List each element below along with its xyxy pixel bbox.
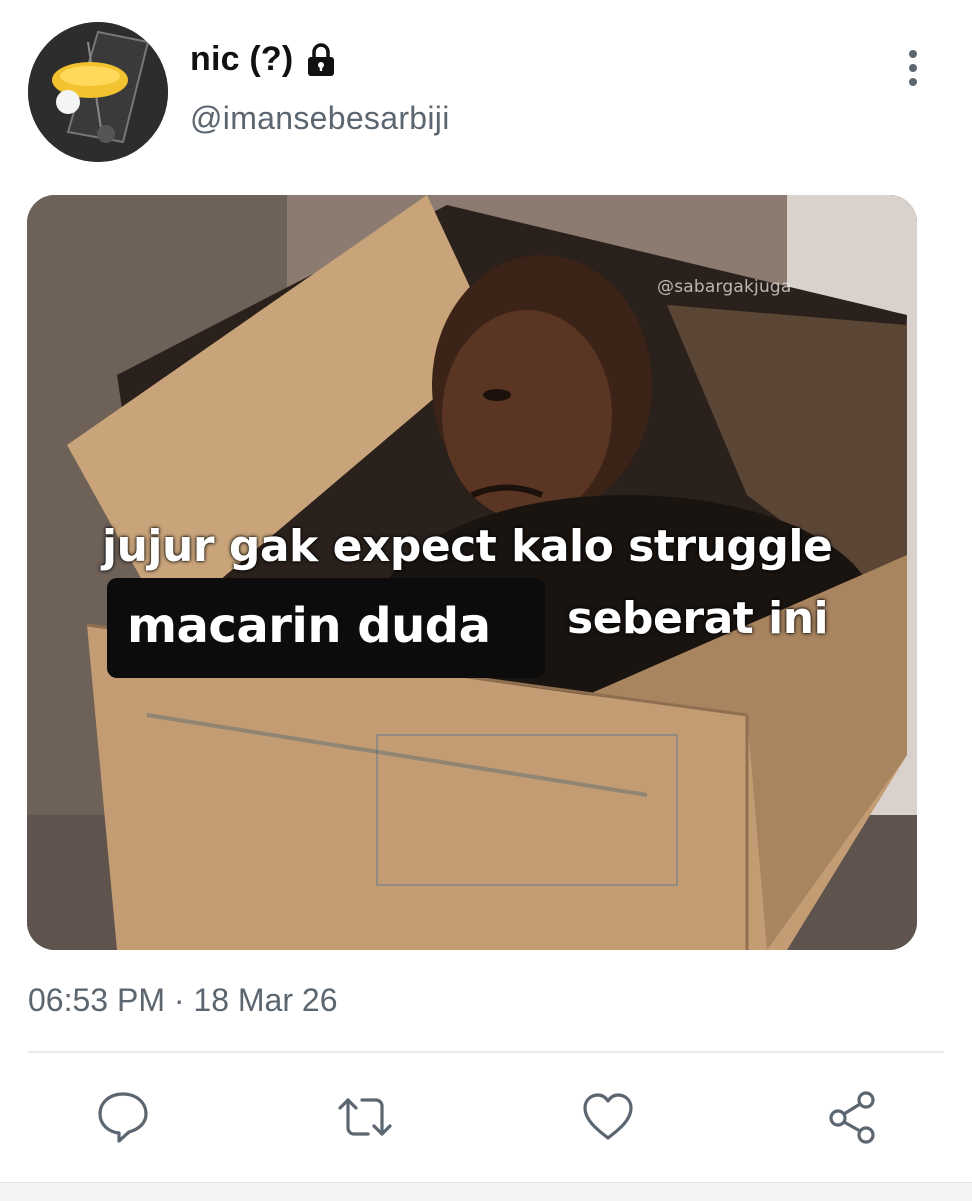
watermark-text: @sabargakjuga xyxy=(657,277,792,297)
avatar[interactable] xyxy=(28,22,168,162)
share-button[interactable] xyxy=(824,1088,880,1146)
share-icon xyxy=(829,1091,875,1144)
lock-icon xyxy=(305,42,337,78)
overlay-text: macarin duda xyxy=(127,598,491,654)
retweet-button[interactable] xyxy=(334,1088,396,1146)
bottom-separator xyxy=(0,1182,972,1201)
meme-photo xyxy=(27,195,917,950)
like-button[interactable] xyxy=(580,1088,636,1146)
retweet-icon xyxy=(338,1098,392,1136)
heart-icon xyxy=(583,1093,633,1140)
reply-icon xyxy=(98,1092,148,1143)
tweet-media[interactable]: @sabargakjuga jujur gak expect kalo stru… xyxy=(27,195,917,950)
caption-line-1: jujur gak expect kalo struggle xyxy=(102,521,833,572)
name-row: nic (?) xyxy=(190,40,337,79)
divider xyxy=(28,1051,944,1053)
user-handle[interactable]: @imansebesarbiji xyxy=(190,100,450,137)
caption-line-2: seberat ini xyxy=(567,593,829,644)
reply-button[interactable] xyxy=(95,1088,151,1146)
more-vertical-icon[interactable] xyxy=(898,46,928,90)
avatar-image xyxy=(28,22,168,162)
tweet-timestamp[interactable]: 06:53 PM · 18 Mar 26 xyxy=(28,982,337,1019)
display-name[interactable]: nic (?) xyxy=(190,40,293,79)
